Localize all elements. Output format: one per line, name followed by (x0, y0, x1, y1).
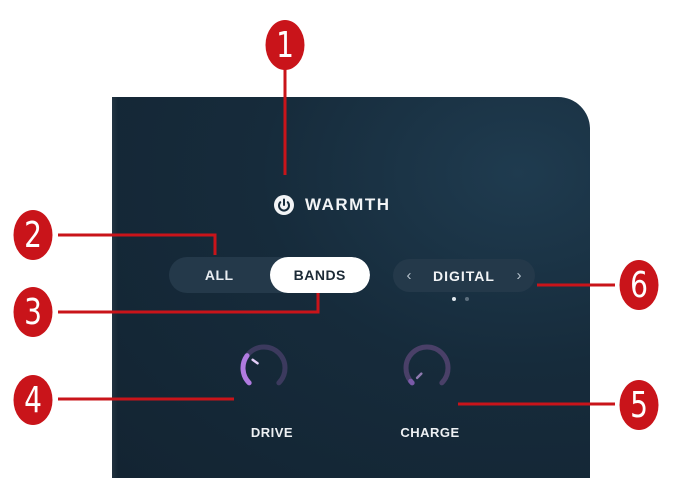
page-dot[interactable] (465, 297, 469, 301)
tab-all[interactable]: ALL (169, 257, 270, 293)
mode-selector[interactable]: ‹ DIGITAL › (393, 259, 535, 292)
callout-4: 4 (13, 375, 53, 425)
drive-knob[interactable] (236, 340, 292, 396)
page-indicator (452, 297, 469, 301)
chevron-right-icon[interactable]: › (513, 267, 525, 284)
callout-6: 6 (619, 260, 659, 310)
module-header: WARMTH (273, 190, 390, 220)
module-title: WARMTH (305, 195, 391, 214)
all-bands-toggle: ALL BANDS (169, 257, 370, 293)
drive-knob-graphic (240, 344, 288, 386)
power-icon[interactable] (273, 194, 295, 216)
charge-knob[interactable] (399, 340, 455, 396)
callout-1: 1 (265, 20, 305, 70)
callout-5: 5 (619, 380, 659, 430)
callout-3: 3 (13, 287, 53, 337)
panel-edge (112, 97, 118, 478)
callout-2: 2 (13, 210, 53, 260)
page-dot-active[interactable] (452, 297, 456, 301)
chevron-left-icon[interactable]: ‹ (403, 267, 415, 284)
stage: WARMTH ALL BANDS ‹ DIGITAL › DRIVE CHARG… (0, 0, 674, 478)
mode-value: DIGITAL (433, 267, 495, 284)
charge-label: CHARGE (400, 425, 460, 440)
charge-knob-graphic (403, 344, 451, 386)
drive-label: DRIVE (250, 425, 294, 440)
tab-bands[interactable]: BANDS (269, 257, 370, 293)
